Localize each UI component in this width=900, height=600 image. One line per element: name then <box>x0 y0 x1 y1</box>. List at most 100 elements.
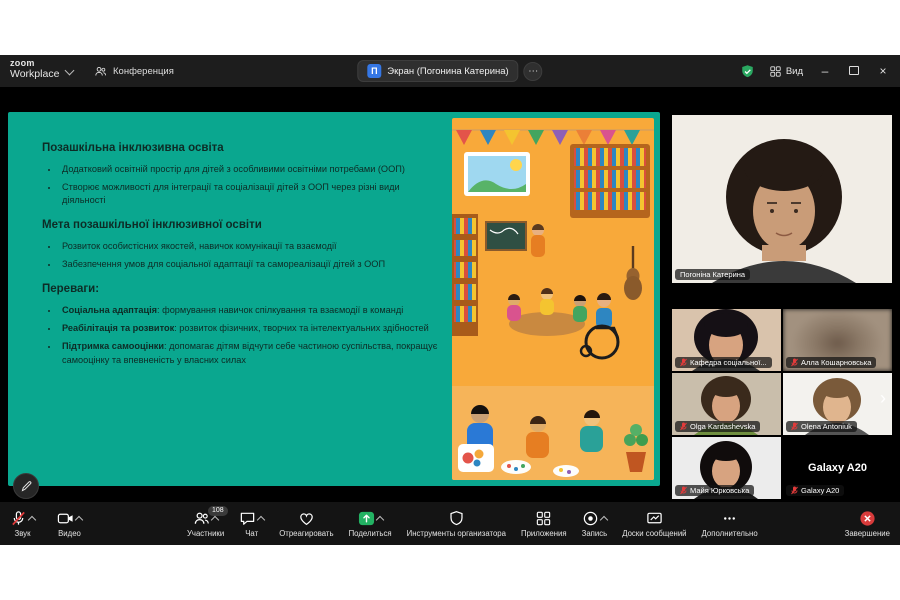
toolbar-label: Видео <box>58 529 81 538</box>
video-tile[interactable]: Кафедра соціальної... <box>672 309 781 371</box>
video-icon <box>57 510 74 527</box>
next-page-chevron-button[interactable]: › <box>878 387 888 409</box>
chat-button[interactable]: Чат <box>239 510 264 538</box>
annotate-button[interactable] <box>13 473 39 499</box>
slide-bullet: Реабілітація та розвиток: розвиток фізич… <box>59 322 444 335</box>
video-tile[interactable]: Olena Antoniuk <box>783 373 892 435</box>
slide-bullet: Підтримка самооцінки: допомагає дітям ві… <box>59 340 444 366</box>
apps-button[interactable]: Приложения <box>521 510 567 538</box>
chevron-down-icon <box>65 65 75 75</box>
slide-heading-3: Переваги: <box>42 283 444 295</box>
meeting-content: Позашкільна інклюзивна освіта Додатковий… <box>0 87 900 502</box>
conference-tab[interactable]: Конференция <box>94 55 174 87</box>
share-screen-button[interactable]: Поделиться <box>349 510 392 538</box>
participant-name-badge: Кафедра соціальної... <box>675 357 772 368</box>
participant-name-badge: Olena Antoniuk <box>786 421 857 432</box>
slide-bullet-list-3: Соціальна адаптація: формування навичок … <box>42 304 444 366</box>
whiteboards-button[interactable]: Доски сообщений <box>622 510 686 538</box>
shared-screen-tab-label: Экран (Погонина Катерина) <box>387 66 508 77</box>
chevron-up-icon[interactable] <box>211 516 219 524</box>
more-button[interactable]: Дополнительно <box>702 510 758 538</box>
shared-screen-tab-group: П Экран (Погонина Катерина) ⋯ <box>357 60 542 82</box>
slide-bullet-list-2: Розвиток особистісних якостей, навичок к… <box>42 240 444 271</box>
slide-bullet: Додатковий освітній простір для дітей з … <box>59 163 444 176</box>
record-button[interactable]: Запись <box>582 510 608 538</box>
slide-text-column: Позашкільна інклюзивна освіта Додатковий… <box>8 112 444 486</box>
react-icon <box>298 510 315 527</box>
active-speaker-video[interactable]: Погоніна Катерина <box>672 115 892 283</box>
slide-illustration <box>452 118 654 480</box>
toolbar-label: Инструменты организатора <box>407 529 506 538</box>
muted-mic-icon <box>680 422 687 431</box>
toolbar-label: Отреагировать <box>279 529 333 538</box>
view-button-label: Вид <box>786 66 803 77</box>
participant-name-badge: Майя Юрковська <box>675 485 754 496</box>
more-icon <box>721 510 738 527</box>
shared-screen-tab[interactable]: П Экран (Погонина Катерина) <box>357 60 518 82</box>
participant-name-badge: Погоніна Катерина <box>675 269 750 280</box>
whiteboards-icon <box>646 510 663 527</box>
react-button[interactable]: Отреагировать <box>279 510 333 538</box>
slide-bullet: Розвиток особистісних якостей, навичок к… <box>59 240 444 253</box>
zoom-workplace-menu[interactable]: zoom Workplace <box>10 58 73 80</box>
chevron-up-icon[interactable] <box>75 516 83 524</box>
chevron-up-icon[interactable] <box>375 516 383 524</box>
video-tile[interactable]: Майя Юрковська <box>672 437 781 499</box>
toolbar-label: Доски сообщений <box>622 529 686 538</box>
zoom-logo: zoom <box>10 58 59 68</box>
muted-mic-icon <box>680 358 687 367</box>
zoom-window: zoom Workplace Конференция П Экран (Пого… <box>0 55 900 545</box>
chevron-up-icon[interactable] <box>600 516 608 524</box>
video-grid: Кафедра соціальної... Алла Кошарновська <box>672 309 892 499</box>
mute-button[interactable]: Звук <box>10 510 35 538</box>
end-meeting-button[interactable]: Завершение <box>845 510 890 538</box>
end-icon <box>859 510 876 527</box>
toolbar-label: Дополнительно <box>702 529 758 538</box>
close-button[interactable]: × <box>876 64 890 78</box>
presenter-avatar: П <box>367 64 381 78</box>
toolbar-label: Чат <box>245 529 258 538</box>
slide-heading-1: Позашкільна інклюзивна освіта <box>42 142 444 154</box>
conference-tab-label: Конференция <box>113 66 174 77</box>
host-tools-icon <box>448 510 465 527</box>
maximize-button[interactable] <box>847 64 861 78</box>
muted-mic-icon <box>680 486 687 495</box>
ellipsis-icon: ⋯ <box>528 66 538 77</box>
slide-bullet: Забезпечення умов для соціальної адаптац… <box>59 258 444 271</box>
minimize-button[interactable]: – <box>818 64 832 78</box>
screen-tab-more-button[interactable]: ⋯ <box>524 62 543 81</box>
chat-icon <box>239 510 256 527</box>
participant-name-badge: Алла Кошарновська <box>786 357 876 368</box>
view-button[interactable]: Вид <box>770 66 803 77</box>
mic-muted-icon <box>10 510 27 527</box>
titlebar: zoom Workplace Конференция П Экран (Пого… <box>0 55 900 87</box>
participants-count-badge: 108 <box>208 506 228 516</box>
toolbar-label: Запись <box>582 529 608 538</box>
muted-mic-icon <box>791 422 798 431</box>
slide-heading-2: Мета позашкільної інклюзивної освіти <box>42 219 444 231</box>
toolbar-label: Поделиться <box>349 529 392 538</box>
host-tools-button[interactable]: Инструменты организатора <box>407 510 506 538</box>
slide-bullet-list-1: Додатковий освітній простір для дітей з … <box>42 163 444 207</box>
share-icon <box>358 510 375 527</box>
pencil-icon <box>20 480 33 493</box>
conference-icon <box>94 65 107 78</box>
toolbar-label: Участники <box>187 529 224 538</box>
participant-name-badge: Galaxy A20 <box>786 485 844 496</box>
video-button[interactable]: Видео <box>57 510 82 538</box>
record-icon <box>582 510 599 527</box>
speaker-video-feed <box>672 115 892 283</box>
muted-mic-icon <box>791 358 798 367</box>
toolbar-label: Звук <box>15 529 31 538</box>
security-shield-icon[interactable] <box>740 64 755 79</box>
participant-name-badge: Olga Kardashevska <box>675 421 760 432</box>
chevron-up-icon[interactable] <box>257 516 265 524</box>
video-tile[interactable]: Galaxy A20 Galaxy A20 <box>783 437 892 499</box>
workplace-label: Workplace <box>10 68 59 80</box>
desktop: zoom Workplace Конференция П Экран (Пого… <box>0 0 900 600</box>
participants-button[interactable]: 108 Участники <box>187 510 224 538</box>
video-tile[interactable]: Алла Кошарновська <box>783 309 892 371</box>
video-tile[interactable]: Olga Kardashevska <box>672 373 781 435</box>
toolbar-label: Завершение <box>845 529 890 538</box>
chevron-up-icon[interactable] <box>28 516 36 524</box>
